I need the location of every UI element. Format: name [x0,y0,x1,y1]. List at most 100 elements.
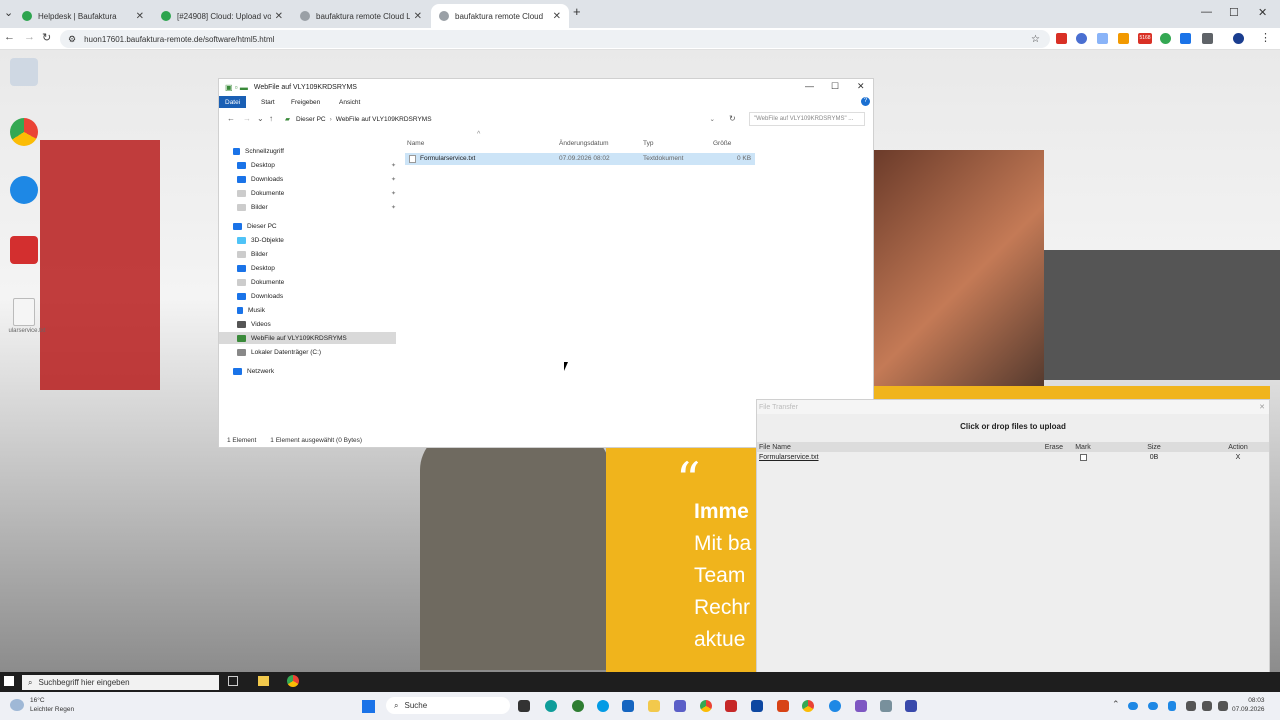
power-app-icon[interactable] [10,236,38,264]
back-icon[interactable]: ← [227,114,235,123]
extension-icon[interactable] [1097,33,1108,44]
breadcrumb-item[interactable]: WebFile auf VLY109KRDSRYMS [336,116,432,123]
nav-desktop-quick[interactable]: Desktop ✦ [237,159,396,171]
breadcrumb[interactable]: ▰ Dieser PC › WebFile auf VLY109KRDSRYMS… [281,112,719,126]
app-icon[interactable] [855,700,867,712]
ribbon-tab-freigeben[interactable]: Freigeben [285,96,326,108]
column-header-name[interactable]: Name [407,140,424,147]
recent-icon[interactable]: ⌄ [257,114,264,123]
app-icon[interactable] [880,700,892,712]
nav-music[interactable]: Musik [237,304,265,316]
network-icon[interactable] [1186,701,1196,711]
text-file-icon[interactable] [13,298,35,326]
mark-checkbox[interactable] [1079,453,1087,461]
app-icon[interactable] [829,700,841,712]
extension-icon[interactable] [1056,33,1067,44]
weather-widget[interactable]: 16°C Leichter Regen [30,696,74,714]
column-header-size[interactable]: Größe [713,140,731,147]
volume-icon[interactable] [1202,701,1212,711]
windows-start-icon[interactable] [362,700,375,713]
tab-helpdesk[interactable]: Helpdesk | Baufaktura ✕ [14,4,152,28]
forward-icon[interactable]: → [243,114,251,123]
app-icon[interactable] [1168,701,1176,711]
task-view-icon[interactable] [228,676,238,686]
folder-icon[interactable] [648,700,660,712]
file-row[interactable]: Formularservice.txt 07.09.2026 08:02 Tex… [405,153,755,165]
menu-icon[interactable]: ⋮ [1260,31,1271,44]
tab-ticket[interactable]: [#24908] Cloud: Upload von Ge... ✕ [153,4,291,28]
maximize-icon[interactable]: ☐ [1229,6,1239,19]
outlook-icon[interactable] [622,700,634,712]
refresh-icon[interactable]: ↻ [729,114,736,123]
ribbon-tab-datei[interactable]: Datei [219,96,247,108]
transfer-file-link[interactable]: Formularservice.txt [759,454,819,461]
close-window-icon[interactable]: ✕ [1258,6,1267,19]
nav-this-pc[interactable]: Dieser PC [233,220,277,232]
help-icon[interactable]: ? [861,97,870,106]
app-icon[interactable] [572,700,584,712]
search-input[interactable]: "WebFile auf VLY109KRDSRYMS" ... [749,112,865,126]
extension-icon[interactable] [1160,33,1171,44]
nav-network[interactable]: Netzwerk [233,365,274,377]
pin-icon[interactable]: ✦ [391,190,396,197]
puzzle-icon[interactable] [1202,33,1213,44]
windows-start-icon[interactable] [4,676,14,686]
avatar[interactable] [1233,33,1244,44]
nav-pictures[interactable]: Bilder [237,248,268,260]
nav-local-disk[interactable]: Lokaler Datenträger (C:) [237,346,321,358]
extension-icon[interactable] [1118,33,1129,44]
close-icon[interactable]: ✕ [553,11,561,22]
nav-downloads[interactable]: Downloads [237,290,283,302]
app-icon[interactable] [597,700,609,712]
minimize-icon[interactable]: — [805,81,814,91]
pin-icon[interactable]: ✦ [391,204,396,211]
chevron-up-icon[interactable]: ⌃ [1112,699,1120,710]
address-bar[interactable]: ⚙ huon17601.baufaktura-remote.de/softwar… [60,30,1050,48]
windows-search-input[interactable]: ⌕ Suche [386,697,510,714]
nav-desktop[interactable]: Desktop [237,262,275,274]
chevron-down-icon[interactable]: ⌄ [710,115,715,123]
onedrive-icon[interactable] [1128,702,1138,710]
edge-icon[interactable] [545,700,557,712]
tab-search-icon[interactable]: ⌄ [4,6,13,19]
breadcrumb-item[interactable]: Dieser PC [296,116,326,123]
app-icon[interactable] [777,700,789,712]
up-icon[interactable]: ↑ [269,114,273,123]
pin-icon[interactable]: ✦ [391,176,396,183]
column-header-date[interactable]: Änderungsdatum [559,140,609,147]
nav-videos[interactable]: Videos [237,318,271,330]
new-tab-icon[interactable]: + [573,4,581,19]
close-icon[interactable]: ✕ [275,11,283,22]
nav-documents-quick[interactable]: Dokumente ✦ [237,187,396,199]
close-icon[interactable]: ✕ [136,11,144,22]
remote-search-input[interactable]: ⌕ Suchbegriff hier eingeben [22,675,219,690]
teams-icon[interactable] [674,700,686,712]
extension-icon[interactable] [1180,33,1191,44]
app-icon[interactable] [725,700,737,712]
reload-icon[interactable]: ↻ [42,31,51,44]
tab-remote-cloud[interactable]: baufaktura remote Cloud ✕ [431,4,569,28]
chrome-icon[interactable] [287,675,299,687]
outlook-icon[interactable] [10,176,38,204]
folder-icon[interactable] [258,676,269,686]
chrome-icon[interactable] [802,700,814,712]
nav-pictures-quick[interactable]: Bilder ✦ [237,201,396,213]
recycle-bin-icon[interactable] [10,58,38,86]
chrome-icon[interactable] [10,118,38,146]
extension-icon[interactable] [1076,33,1087,44]
app-icon[interactable] [751,700,763,712]
badge-extension-icon[interactable]: 5168 [1138,33,1152,44]
tab-cloud-login[interactable]: baufaktura remote Cloud Login ✕ [292,4,430,28]
forward-icon[interactable]: → [24,31,35,43]
chrome-icon[interactable] [700,700,712,712]
task-view-icon[interactable] [518,700,530,712]
close-icon[interactable]: ✕ [1259,403,1265,411]
ribbon-tab-start[interactable]: Start [255,96,281,108]
nav-3d-objects[interactable]: 3D-Objekte [237,234,284,246]
maximize-icon[interactable]: ☐ [831,81,839,92]
battery-icon[interactable] [1218,701,1228,711]
column-header-type[interactable]: Typ [643,140,653,147]
nav-quick-access[interactable]: Schnellzugriff [233,145,284,157]
onedrive-icon[interactable] [1148,702,1158,710]
site-info-icon[interactable]: ⚙ [68,34,76,45]
